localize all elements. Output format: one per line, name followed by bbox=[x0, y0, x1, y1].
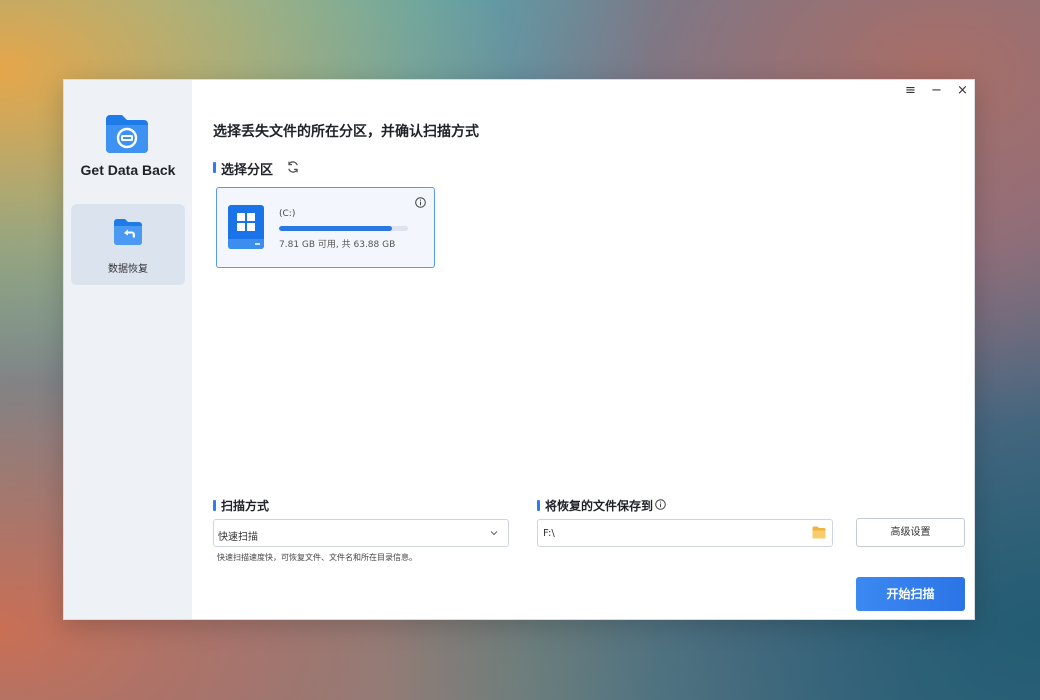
minimize-icon[interactable]: − bbox=[931, 84, 942, 98]
folder-browse-icon[interactable] bbox=[812, 526, 826, 539]
partition-section-title: 选择分区 bbox=[221, 163, 274, 178]
drive-space-text: 7.81 GB 可用, 共 63.88 GB bbox=[279, 240, 396, 250]
menu-icon[interactable]: ≡ bbox=[905, 84, 916, 98]
drive-card-c[interactable]: (C:) 7.81 GB 可用, 共 63.88 GB bbox=[216, 187, 435, 268]
app-name: Get Data Back bbox=[80, 162, 176, 178]
app-window: Get Data Back 数据恢复 ≡ − × 选择丢失文件的所在分区，并确认… bbox=[63, 79, 975, 620]
scan-mode-title: 扫描方式 bbox=[221, 499, 270, 513]
drive-usage-fill bbox=[279, 226, 393, 231]
section-marker bbox=[537, 500, 540, 511]
save-to-title: 将恢复的文件保存到 bbox=[545, 499, 654, 513]
page-title: 选择丢失文件的所在分区，并确认扫描方式 bbox=[213, 124, 479, 140]
scan-mode-value: 快速扫描 bbox=[218, 532, 258, 543]
refresh-icon[interactable] bbox=[286, 160, 300, 174]
section-marker bbox=[213, 500, 216, 511]
chevron-down-icon bbox=[490, 531, 498, 536]
section-marker bbox=[213, 162, 216, 173]
scan-mode-hint: 快速扫描速度快，可恢复文件、文件名和所在目录信息。 bbox=[217, 553, 417, 562]
save-path-value: F:\ bbox=[543, 528, 555, 539]
sidebar-item-label: 数据恢复 bbox=[108, 264, 148, 275]
close-icon[interactable]: × bbox=[957, 84, 968, 98]
drive-usage-bar bbox=[279, 226, 408, 231]
save-path-input[interactable]: F:\ bbox=[537, 519, 833, 547]
info-icon[interactable] bbox=[415, 197, 426, 208]
windows-drive-icon bbox=[228, 205, 264, 249]
sidebar-item-data-recovery[interactable]: 数据恢复 bbox=[71, 204, 185, 285]
advanced-settings-button[interactable]: 高级设置 bbox=[856, 518, 965, 547]
start-scan-button[interactable]: 开始扫描 bbox=[856, 577, 965, 611]
sidebar: Get Data Back 数据恢复 bbox=[64, 80, 192, 619]
info-icon[interactable] bbox=[655, 499, 666, 510]
scan-mode-select[interactable]: 快速扫描 bbox=[213, 519, 509, 547]
folder-recovery-icon bbox=[114, 219, 142, 245]
app-logo-icon bbox=[106, 115, 148, 153]
drive-name: (C:) bbox=[279, 209, 296, 219]
